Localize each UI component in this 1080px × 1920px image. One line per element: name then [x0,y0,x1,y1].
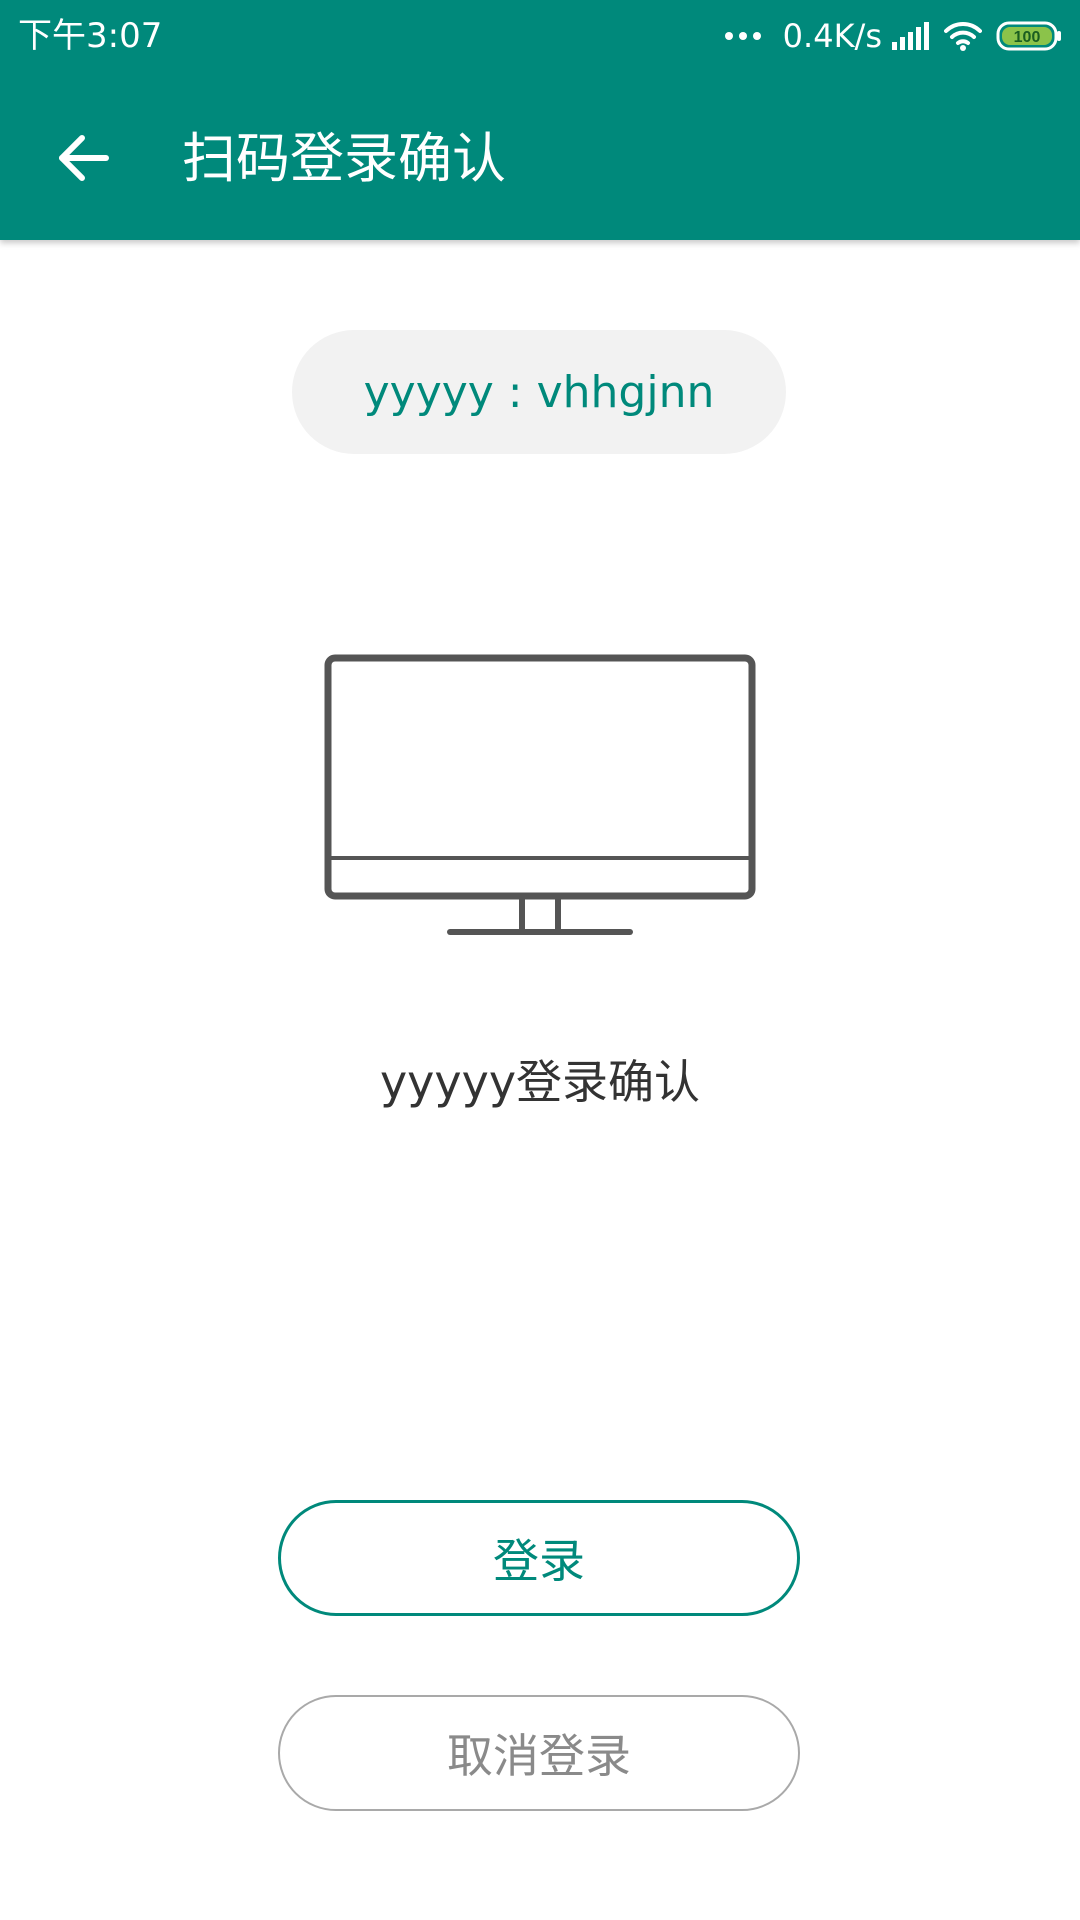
login-button[interactable]: 登录 [278,1500,800,1616]
top-bar: 下午3:07 0.4K/s 100 扫码登录确认 [0,0,1080,240]
net-speed: 0.4K/s [782,17,882,55]
page-title: 扫码登录确认 [182,127,506,190]
arrow-back-icon[interactable] [54,128,114,188]
scan-login-confirm-screen: 下午3:07 0.4K/s 100 扫码登录确认 yyyyy: vhhgjnn… [0,0,1080,1920]
app-bar: 扫码登录确认 [0,74,1080,240]
cancel-login-button[interactable]: 取消登录 [278,1695,800,1811]
status-indicators: 0.4K/s 100 [724,14,1062,58]
monitor-icon [324,654,756,935]
more-dots-icon [724,32,761,40]
wifi-icon [944,21,982,51]
battery-level: 100 [1014,29,1041,46]
signal-icon [892,22,929,50]
confirm-message: yyyyy登录确认 [379,1055,701,1109]
status-bar: 下午3:07 0.4K/s 100 [0,0,1080,74]
account-pill: yyyyy : vhhgjnn [292,330,786,454]
battery-icon: 100 [996,21,1061,51]
status-time: 下午3:07 [18,16,163,56]
